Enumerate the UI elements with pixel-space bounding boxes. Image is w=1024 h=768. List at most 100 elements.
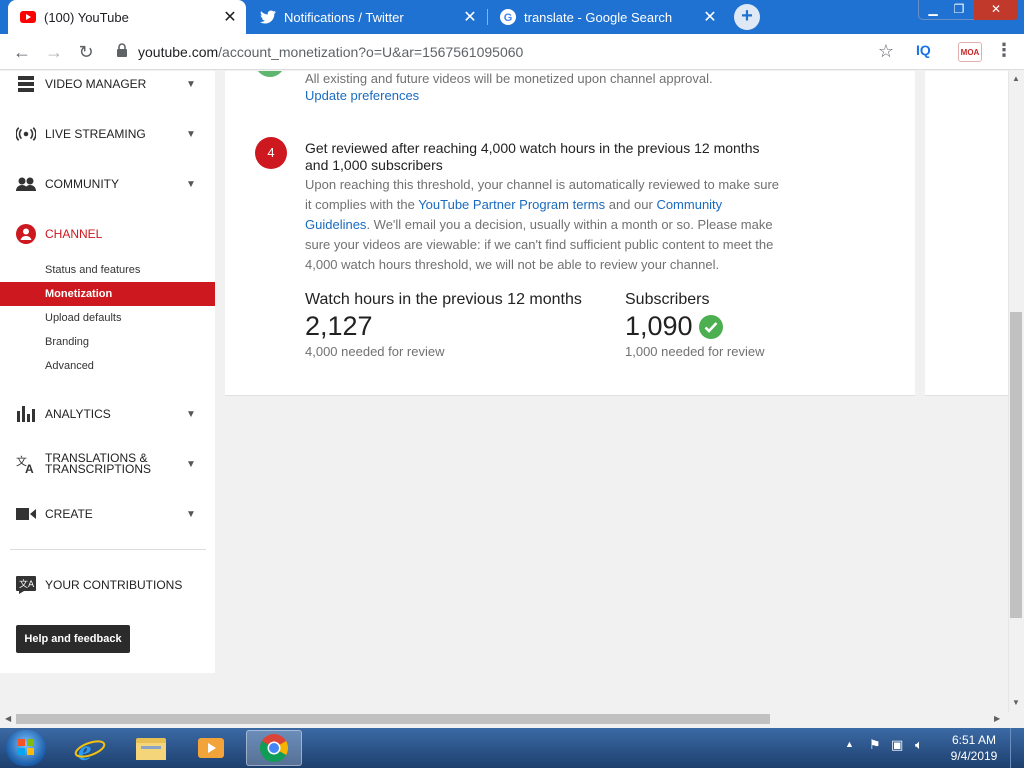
google-icon: G: [500, 9, 516, 25]
sidebar: VIDEO MANAGER ▼ LIVE STREAMING ▼ COMMUNI…: [0, 71, 215, 673]
close-tab-icon[interactable]: ✕: [460, 7, 480, 27]
restore-icon[interactable]: ❐: [946, 0, 972, 20]
update-preferences-link[interactable]: Update preferences: [305, 88, 419, 103]
clock-time: 6:51 AM: [951, 733, 997, 747]
browser-menu-icon[interactable]: ⋮: [995, 40, 1013, 61]
vertical-scroll-thumb[interactable]: [1010, 312, 1022, 618]
taskbar-clock[interactable]: 6:51 AM 9/4/2019: [944, 732, 1004, 764]
sidebar-item-your-contributions[interactable]: 文A YOUR CONTRIBUTIONS: [0, 565, 215, 605]
step-3-indicator: [255, 71, 285, 77]
community-icon: [16, 174, 36, 194]
sidebar-item-analytics[interactable]: ANALYTICS ▼: [0, 394, 215, 434]
network-icon[interactable]: ▣: [891, 737, 903, 753]
address-bar[interactable]: youtube.com/account_monetization?o=U&ar=…: [110, 37, 902, 67]
tab-title: (100) YouTube: [44, 9, 129, 25]
step-number-badge: 4: [255, 137, 287, 169]
live-streaming-icon: [16, 124, 36, 144]
sidebar-item-video-manager[interactable]: VIDEO MANAGER ▼: [0, 71, 215, 104]
sidebar-subitem-advanced[interactable]: Advanced: [0, 354, 215, 378]
back-icon[interactable]: ←: [10, 40, 34, 64]
scroll-right-arrow-icon[interactable]: ▶: [994, 714, 1000, 723]
forward-icon[interactable]: →: [42, 40, 66, 64]
video-manager-icon: [16, 74, 36, 94]
horizontal-scroll-thumb[interactable]: [16, 714, 770, 724]
browser-tab-strip: (100) YouTube ✕ Notifications / Twitter …: [0, 0, 1024, 34]
chevron-down-icon[interactable]: ▼: [186, 79, 196, 90]
svg-text:文A: 文A: [19, 578, 35, 590]
scroll-down-arrow-icon[interactable]: ▼: [1012, 698, 1020, 707]
translate-icon: 文A: [16, 454, 36, 474]
url-path: /account_monetization?o=U&ar=15675610950…: [218, 44, 524, 60]
start-button[interactable]: [6, 730, 46, 766]
watch-hours-metric: Watch hours in the previous 12 months 2,…: [305, 291, 582, 359]
sidebar-item-channel[interactable]: CHANNEL: [0, 214, 215, 254]
close-window-icon[interactable]: ✕: [974, 0, 1018, 20]
new-tab-button[interactable]: +: [734, 4, 760, 30]
channel-icon: [16, 224, 36, 244]
analytics-icon: [16, 404, 36, 424]
chevron-down-icon[interactable]: ▼: [186, 509, 196, 520]
sidebar-divider: [10, 549, 206, 550]
sidebar-subitem-branding[interactable]: Branding: [0, 330, 215, 354]
subscribers-metric: Subscribers 1,090 1,000 needed for revie…: [625, 291, 764, 359]
close-tab-icon[interactable]: ✕: [700, 7, 720, 27]
internet-explorer-icon[interactable]: e: [62, 730, 118, 766]
previous-step-text: All existing and future videos will be m…: [305, 71, 713, 86]
sidebar-item-label: ANALYTICS: [45, 406, 111, 421]
twitter-icon: [260, 9, 276, 25]
chrome-taskbar-icon[interactable]: [246, 730, 302, 766]
help-feedback-button[interactable]: Help and feedback: [16, 625, 130, 653]
watch-hours-number: 2,127: [305, 311, 373, 341]
sidebar-item-label: LIVE STREAMING: [45, 126, 146, 141]
close-tab-icon[interactable]: ✕: [220, 7, 240, 27]
description-text: and our: [605, 197, 657, 212]
create-icon: [16, 504, 36, 524]
sidebar-subitem-status[interactable]: Status and features: [0, 258, 215, 282]
file-explorer-icon[interactable]: [123, 730, 179, 766]
sidebar-item-label: CHANNEL: [45, 226, 103, 241]
action-center-flag-icon[interactable]: ⚑: [869, 737, 881, 753]
tab-twitter[interactable]: Notifications / Twitter ✕: [248, 0, 486, 34]
watch-hours-value: 2,127: [305, 311, 582, 342]
bookmark-star-icon[interactable]: ☆: [878, 41, 894, 62]
watch-hours-label: Watch hours in the previous 12 months: [305, 291, 582, 308]
contributions-icon: 文A: [16, 575, 36, 595]
scroll-up-arrow-icon[interactable]: ▲: [1012, 74, 1020, 83]
subscribers-note: 1,000 needed for review: [625, 344, 765, 359]
tab-google[interactable]: G translate - Google Search ✕: [488, 0, 726, 34]
svg-text:G: G: [504, 12, 513, 24]
moa-extension-icon[interactable]: MOA: [958, 42, 982, 62]
subscribers-value: 1,090: [625, 311, 764, 342]
chevron-down-icon[interactable]: ▼: [186, 459, 196, 470]
subscribers-number: 1,090: [625, 311, 693, 341]
url-text: youtube.com/account_monetization?o=U&ar=…: [138, 44, 523, 60]
chevron-down-icon[interactable]: ▼: [186, 129, 196, 140]
sidebar-item-live-streaming[interactable]: LIVE STREAMING ▼: [0, 114, 215, 154]
minimize-icon[interactable]: ▁: [920, 0, 946, 20]
svg-text:A: A: [25, 462, 34, 474]
sidebar-item-label: VIDEO MANAGER: [45, 76, 147, 91]
sidebar-item-community[interactable]: COMMUNITY ▼: [0, 164, 215, 204]
chevron-down-icon[interactable]: ▼: [186, 179, 196, 190]
volume-icon[interactable]: 🔈︎: [915, 737, 923, 753]
scroll-left-arrow-icon[interactable]: ◀: [5, 714, 11, 723]
show-desktop-button[interactable]: [1010, 728, 1024, 768]
media-player-icon[interactable]: [183, 730, 239, 766]
page-content: VIDEO MANAGER ▼ LIVE STREAMING ▼ COMMUNI…: [0, 71, 1008, 712]
tray-expand-icon[interactable]: ▲: [845, 739, 854, 749]
step-description: Upon reaching this threshold, your chann…: [305, 175, 785, 275]
url-host: youtube.com: [138, 44, 219, 60]
sidebar-item-translations[interactable]: 文A TRANSLATIONS & TRANSCRIPTIONS ▼: [0, 444, 215, 484]
monetization-card: All existing and future videos will be m…: [225, 71, 915, 396]
tab-youtube[interactable]: (100) YouTube ✕: [8, 0, 246, 34]
iq-extension-icon[interactable]: IQ: [916, 42, 931, 58]
youtube-icon: [20, 9, 36, 25]
reload-icon[interactable]: ↻: [74, 40, 98, 64]
sidebar-item-create[interactable]: CREATE ▼: [0, 494, 215, 534]
sidebar-subitem-monetization[interactable]: Monetization: [0, 282, 215, 306]
chevron-down-icon[interactable]: ▼: [186, 409, 196, 420]
sidebar-item-label: YOUR CONTRIBUTIONS: [45, 577, 183, 592]
svg-text:e: e: [78, 734, 91, 764]
sidebar-subitem-upload-defaults[interactable]: Upload defaults: [0, 306, 215, 330]
partner-program-terms-link[interactable]: YouTube Partner Program terms: [418, 197, 605, 212]
